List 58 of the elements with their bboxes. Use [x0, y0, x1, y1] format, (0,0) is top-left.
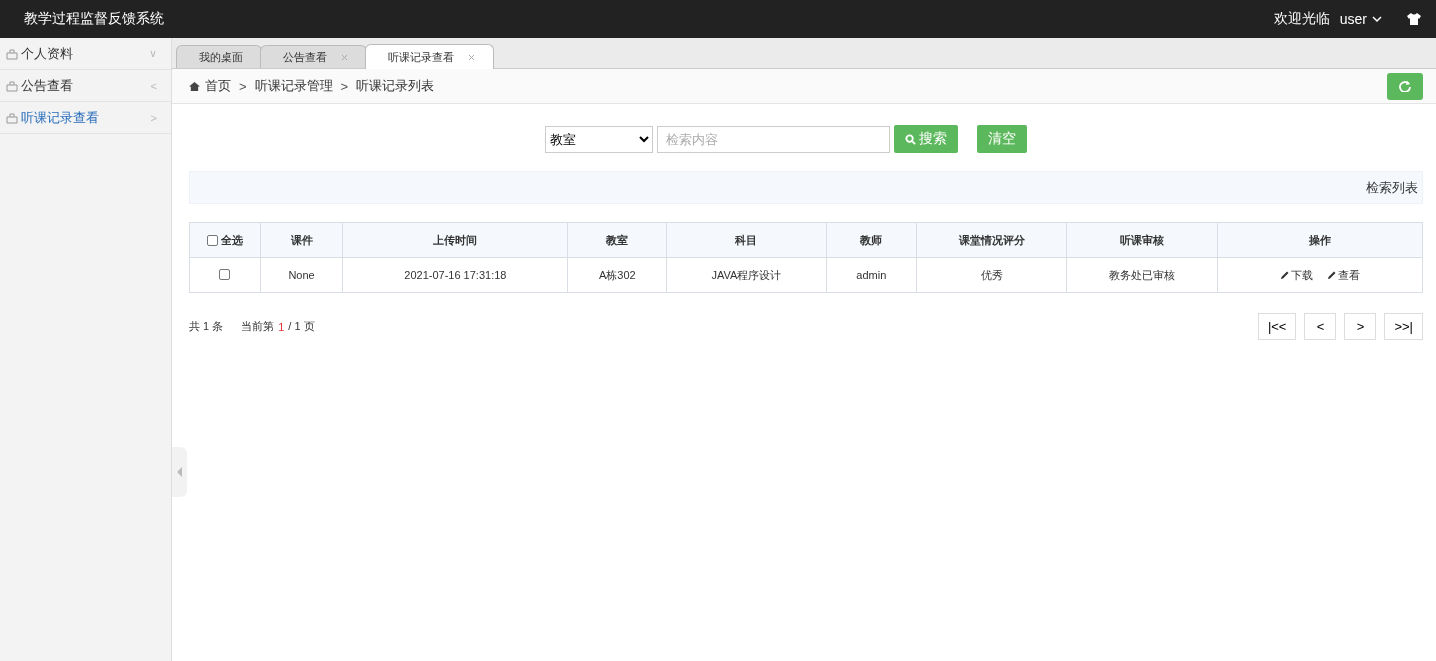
row-checkbox[interactable]: [219, 268, 231, 280]
column-header: 课堂情况评分: [916, 222, 1067, 258]
column-header: 听课审核: [1066, 222, 1217, 258]
sidebar-item[interactable]: 公告查看 <: [0, 70, 171, 102]
tab[interactable]: 公告查看: [260, 45, 367, 68]
breadcrumb-separator: >: [239, 78, 247, 94]
column-header: 操作: [1217, 222, 1423, 258]
panel-title: 检索列表: [1366, 178, 1418, 197]
collapse-handle[interactable]: [172, 447, 187, 497]
app-title: 教学过程监督反馈系统: [24, 10, 165, 28]
table-cell: 教务处已审核: [1066, 257, 1217, 293]
table-cell: None: [260, 257, 343, 293]
table-cell: admin: [826, 257, 917, 293]
refresh-button[interactable]: [1387, 72, 1423, 100]
table-cell: 2021-07-16 17:31:18: [342, 257, 568, 293]
page-total: / 1 页: [288, 319, 315, 334]
tshirt-icon[interactable]: [1406, 12, 1422, 26]
chevron-down-icon: [1372, 14, 1382, 24]
tab[interactable]: 听课记录查看: [365, 44, 494, 69]
pager-button[interactable]: <: [1304, 313, 1337, 340]
column-header: 上传时间: [342, 222, 568, 258]
bag-icon: [6, 47, 18, 60]
current-page: 1: [278, 320, 285, 333]
user-menu[interactable]: user: [1339, 11, 1382, 27]
search-icon: [905, 133, 916, 145]
breadcrumb-home-link[interactable]: 首页: [189, 77, 231, 95]
page-label: 当前第: [241, 319, 275, 334]
pager-button[interactable]: |<<: [1257, 313, 1297, 340]
pager-button[interactable]: >: [1344, 313, 1377, 340]
tab[interactable]: 我的桌面: [176, 45, 262, 68]
search-field[interactable]: 检索内容: [657, 125, 890, 153]
welcome-text: 欢迎光临: [1273, 10, 1330, 28]
breadcrumb-link[interactable]: 听课记录管理: [254, 77, 333, 95]
breadcrumb-separator: >: [340, 78, 349, 94]
sidebar-item[interactable]: 个人资料 ∨: [0, 38, 171, 70]
column-header: 教师: [826, 222, 917, 258]
table-cell: A栋302: [567, 257, 667, 293]
column-header: 教室: [567, 222, 667, 258]
table-cell: 优秀: [916, 257, 1067, 293]
sidebar-item[interactable]: 听课记录查看 >: [0, 102, 171, 134]
field-select[interactable]: 教室: [545, 125, 653, 153]
bag-icon: [6, 111, 18, 124]
caret-left-icon: [177, 467, 182, 477]
bag-icon: [6, 79, 18, 92]
pencil-icon: [1279, 270, 1290, 280]
action-link[interactable]: 下载: [1279, 267, 1313, 283]
close-icon[interactable]: [468, 53, 475, 61]
close-icon[interactable]: [341, 53, 348, 61]
refresh-icon: [1399, 80, 1411, 92]
table-cell: JAVA程序设计: [666, 257, 827, 293]
breadcrumb-current: 听课记录列表: [356, 77, 435, 95]
column-header: 课件: [260, 222, 343, 258]
home-icon: [189, 80, 200, 92]
pager-button[interactable]: >>|: [1384, 313, 1423, 340]
pencil-icon: [1326, 270, 1337, 280]
column-header: 科目: [666, 222, 827, 258]
total-count: 共 1 条: [189, 319, 224, 334]
action-link[interactable]: 查看: [1326, 267, 1360, 283]
